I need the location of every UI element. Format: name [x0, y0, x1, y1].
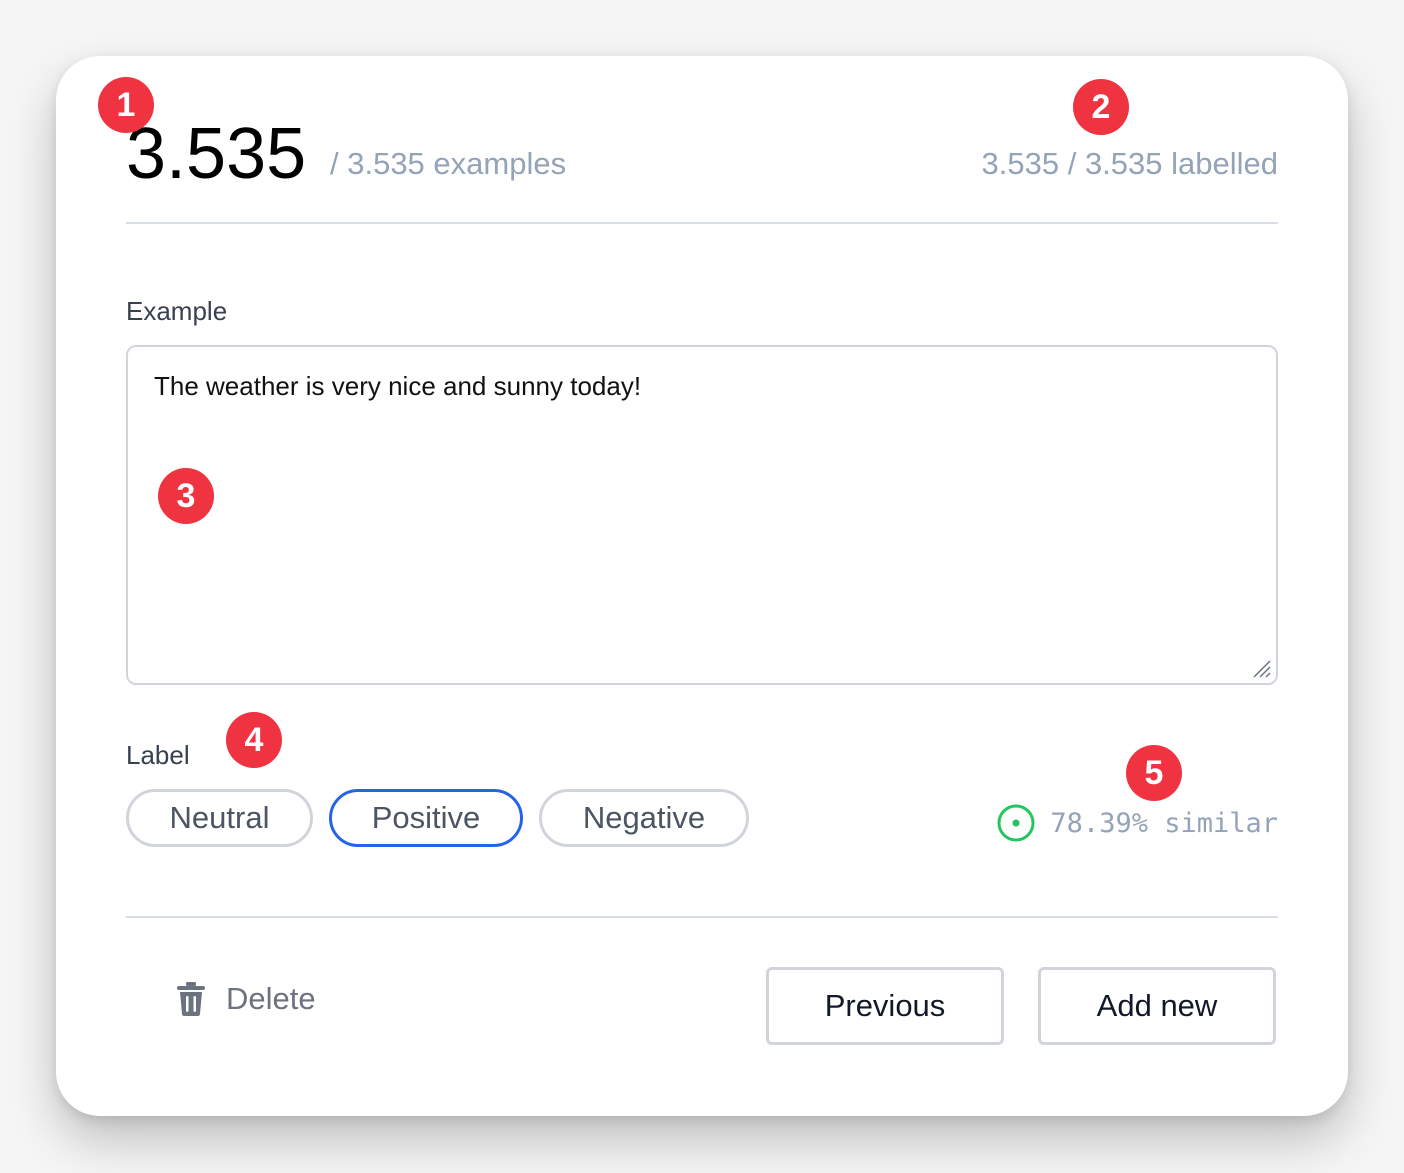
- label-option-positive[interactable]: Positive: [329, 789, 523, 847]
- current-count: 3.535: [126, 114, 307, 194]
- annotation-badge-5: 5: [1126, 745, 1182, 801]
- add-new-button[interactable]: Add new: [1038, 967, 1276, 1045]
- resize-handle-icon[interactable]: [1248, 655, 1272, 679]
- delete-button[interactable]: Delete: [176, 981, 316, 1017]
- example-label: Example: [126, 296, 228, 326]
- annotation-badge-4: 4: [226, 712, 282, 768]
- delete-label: Delete: [226, 981, 316, 1016]
- total-examples: / 3.535 examples: [330, 146, 567, 181]
- example-textarea[interactable]: The weather is very nice and sunny today…: [126, 345, 1278, 685]
- previous-button[interactable]: Previous: [766, 967, 1004, 1045]
- trash-icon: [177, 982, 205, 1016]
- label-option-neutral[interactable]: Neutral: [126, 789, 313, 847]
- label-option-negative[interactable]: Negative: [539, 789, 749, 847]
- example-text: The weather is very nice and sunny today…: [154, 371, 642, 401]
- label-section-label: Label: [126, 740, 190, 770]
- annotation-badge-3: 3: [158, 468, 214, 524]
- target-circle-icon: [997, 804, 1035, 842]
- labeling-card: 3.535 / 3.535 examples 3.535 / 3.535 lab…: [56, 56, 1348, 1116]
- labelled-status: 3.535 / 3.535 labelled: [981, 146, 1278, 181]
- annotation-badge-2: 2: [1073, 79, 1129, 135]
- similarity-text: 78.39% similar: [1050, 807, 1278, 839]
- similarity-indicator: 78.39% similar: [996, 803, 1278, 843]
- annotation-badge-1: 1: [98, 77, 154, 133]
- footer-divider: [126, 916, 1278, 918]
- header-divider: [126, 222, 1278, 224]
